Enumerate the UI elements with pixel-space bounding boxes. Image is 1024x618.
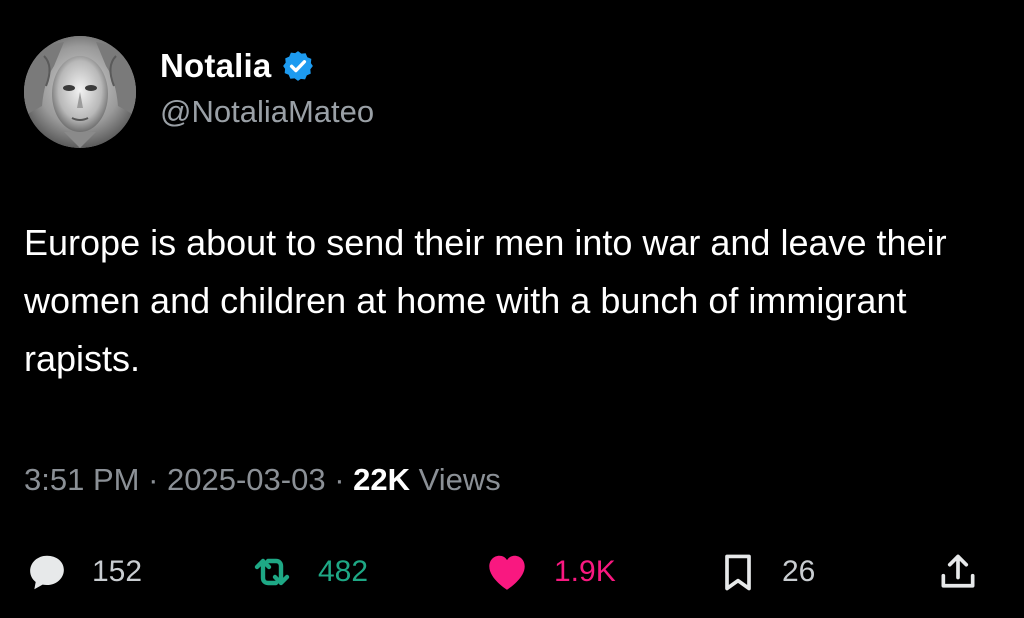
bookmark-icon bbox=[716, 550, 760, 594]
bookmark-button[interactable]: 26 bbox=[716, 540, 815, 604]
tweet-time[interactable]: 3:51 PM bbox=[24, 462, 139, 497]
share-button[interactable] bbox=[936, 540, 980, 604]
verified-badge-icon[interactable] bbox=[281, 49, 315, 83]
reply-count: 152 bbox=[92, 555, 143, 588]
views-label: Views bbox=[418, 462, 501, 497]
meta-separator: · bbox=[325, 462, 354, 497]
like-count: 1.9K bbox=[554, 555, 616, 588]
reply-icon bbox=[24, 549, 70, 595]
retweet-button[interactable]: 482 bbox=[248, 540, 368, 604]
tweet-text: Europe is about to send their men into w… bbox=[24, 222, 947, 379]
display-name[interactable]: Notalia bbox=[160, 47, 271, 85]
retweet-count: 482 bbox=[318, 555, 369, 588]
meta-separator: · bbox=[139, 462, 168, 497]
bookmark-count: 26 bbox=[782, 555, 816, 588]
heart-icon bbox=[482, 547, 532, 597]
share-icon bbox=[936, 550, 980, 594]
tweet-meta: 3:51 PM · 2025-03-03 · 22K Views bbox=[24, 462, 501, 498]
reply-button[interactable]: 152 bbox=[24, 540, 142, 604]
name-row: Notalia bbox=[160, 44, 374, 88]
tweet-card: Notalia @NotaliaMateo Europe is about to… bbox=[0, 0, 1024, 618]
tweet-date[interactable]: 2025-03-03 bbox=[167, 462, 326, 497]
action-bar: 152 482 1.9K 26 bbox=[0, 540, 1024, 604]
avatar-face-image bbox=[24, 36, 136, 148]
like-button[interactable]: 1.9K bbox=[482, 540, 616, 604]
views-count: 22K bbox=[353, 462, 411, 497]
user-handle[interactable]: @NotaliaMateo bbox=[160, 94, 374, 130]
retweet-icon bbox=[248, 548, 296, 596]
author-block: Notalia @NotaliaMateo bbox=[160, 44, 374, 130]
avatar[interactable] bbox=[24, 36, 136, 148]
